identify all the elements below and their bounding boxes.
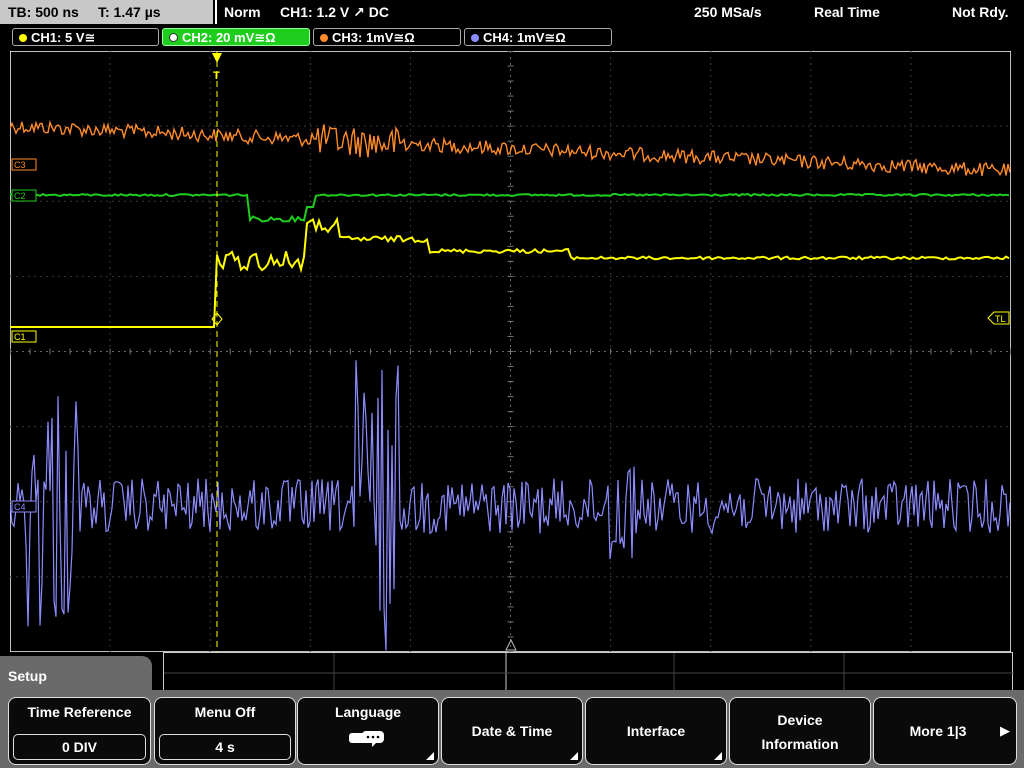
- language-button[interactable]: Language: [297, 697, 439, 765]
- menu-off-button[interactable]: Menu Off 4 s: [154, 697, 296, 765]
- trigger-source[interactable]: CH1: 1.2 V ↗ DC: [280, 0, 389, 24]
- submenu-indicator-icon: [570, 752, 578, 760]
- menu-off-value: 4 s: [159, 734, 291, 760]
- more-label: More 1|3: [909, 723, 967, 739]
- sub-toolbar-grid: [164, 653, 1014, 693]
- sample-rate: 250 MSa/s: [694, 4, 762, 20]
- date-time-label: Date & Time: [471, 723, 553, 739]
- trigger-level-label: TL: [995, 314, 1006, 324]
- marker-c3[interactable]: C3: [11, 158, 37, 171]
- date-time-button[interactable]: Date & Time: [441, 697, 583, 765]
- acquisition-mode[interactable]: Real Time: [814, 0, 880, 24]
- marker-c1[interactable]: C1: [11, 330, 37, 343]
- more-button[interactable]: More 1|3 ▶: [873, 697, 1017, 765]
- marker-c2[interactable]: C2: [11, 189, 37, 202]
- channel-tab-ch2[interactable]: CH2: 20 mV≅Ω: [162, 28, 310, 46]
- channel-tab-ch3[interactable]: CH3: 1mV≅Ω: [313, 28, 461, 46]
- language-label: Language: [334, 704, 402, 720]
- ch3-label: CH3: 1mV≅Ω: [332, 30, 415, 45]
- trigger-position-label: T: [213, 70, 220, 82]
- time-reference-button[interactable]: Time Reference 0 DIV: [8, 697, 151, 765]
- ch1-indicator-icon: [19, 34, 27, 42]
- ch1-label: CH1: 5 V≅: [31, 30, 96, 45]
- device-info-line1: Device: [777, 712, 823, 728]
- marker-c2-label: C2: [14, 191, 26, 201]
- timebase-box[interactable]: TB: 500 ns T: 1.47 µs: [0, 0, 213, 24]
- marker-c3-label: C3: [14, 160, 26, 170]
- submenu-indicator-icon: [714, 752, 722, 760]
- ch2-indicator-icon: [169, 33, 178, 42]
- channel-tab-ch1[interactable]: CH1: 5 V≅: [12, 28, 159, 46]
- menu-off-label: Menu Off: [194, 704, 256, 720]
- trigger-time-value: T: 1.47 µs: [98, 4, 161, 20]
- marker-c1-label: C1: [14, 332, 26, 342]
- menu-title: Setup: [8, 668, 47, 684]
- waveform-display[interactable]: T C3 C2 C1 C4 TL: [10, 51, 1011, 652]
- submenu-indicator-icon: [426, 752, 434, 760]
- device-info-line2: Information: [761, 736, 839, 752]
- ch4-label: CH4: 1mV≅Ω: [483, 30, 566, 45]
- interface-label: Interface: [626, 723, 686, 739]
- time-reference-label: Time Reference: [27, 704, 132, 720]
- arrow-right-icon: ▶: [1000, 723, 1010, 738]
- sub-toolbar: [163, 652, 1014, 693]
- time-reference-value: 0 DIV: [13, 734, 146, 760]
- ch3-indicator-icon: [320, 34, 328, 42]
- trigger-mode[interactable]: Norm: [224, 0, 261, 24]
- marker-c4[interactable]: C4: [11, 500, 37, 513]
- ch2-label: CH2: 20 mV≅Ω: [182, 30, 276, 45]
- status-bar: TB: 500 ns T: 1.47 µs Norm CH1: 1.2 V ↗ …: [0, 0, 1024, 26]
- interface-button[interactable]: Interface: [585, 697, 727, 765]
- marker-c4-label: C4: [14, 502, 26, 512]
- ch4-indicator-icon: [471, 34, 479, 42]
- speech-bubble-icon: [349, 731, 384, 747]
- channel-tab-ch4[interactable]: CH4: 1mV≅Ω: [464, 28, 612, 46]
- status-divider: [215, 0, 217, 24]
- device-information-button[interactable]: Device Information: [729, 697, 871, 765]
- acquisition-state: Not Rdy.: [952, 4, 1009, 20]
- timebase-value: TB: 500 ns: [8, 4, 79, 20]
